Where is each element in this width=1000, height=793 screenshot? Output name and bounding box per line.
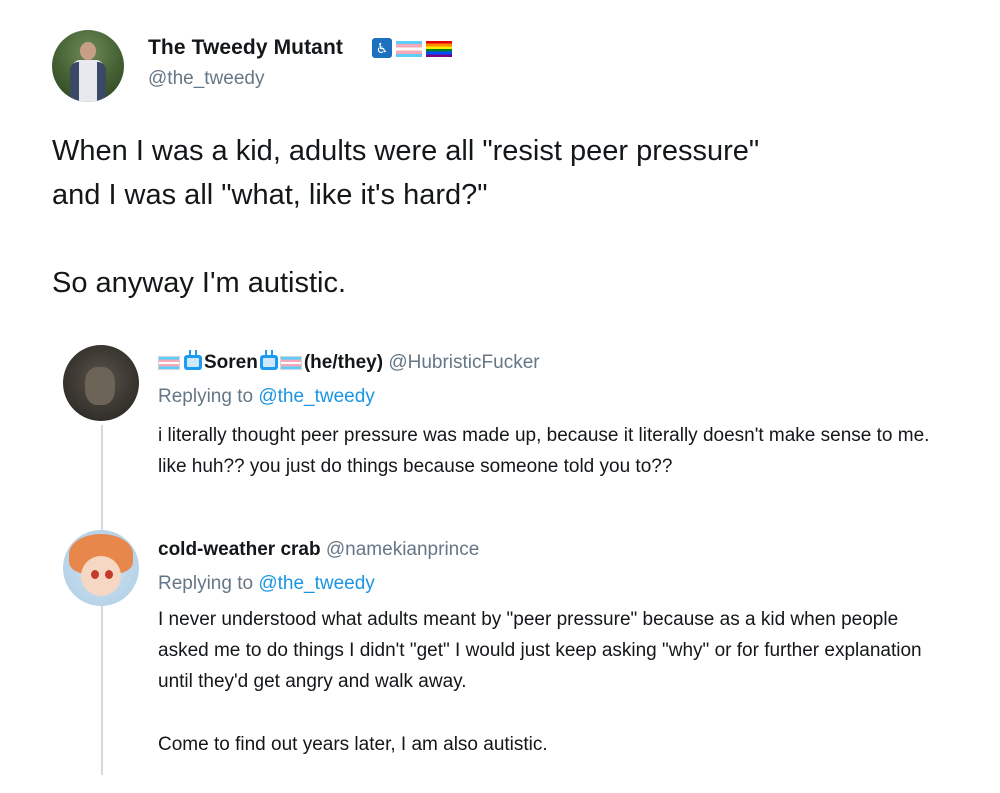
tweet-text-line: So anyway I'm autistic. [52, 267, 347, 299]
replying-to-label: Replying to [158, 573, 254, 594]
reply-header: cold-weather crab @namekianprince [158, 539, 479, 561]
reply-text: Come to find out years later, I am also … [158, 734, 548, 755]
reply-header: Soren (he/they) @HubristicFucker [158, 352, 540, 374]
tv-icon [259, 355, 278, 371]
avatar-eye [91, 570, 99, 579]
avatar-figure-jacket [70, 62, 106, 102]
trans-flag-icon [158, 355, 180, 370]
disability-icon: ♿ [372, 38, 392, 58]
avatar-eye [105, 570, 113, 579]
reply-author-handle[interactable]: @HubristicFucker [388, 352, 539, 373]
reply-author-handle[interactable]: @namekianprince [326, 539, 479, 560]
reply-text: i literally thought peer pressure was ma… [158, 425, 930, 477]
author-avatar[interactable] [52, 30, 124, 102]
reply-avatar[interactable] [63, 530, 139, 606]
trans-flag-icon [279, 355, 302, 370]
tweet-thread: The Tweedy Mutant ♿ @the_tweedy When I w… [0, 0, 1000, 793]
author-handle[interactable]: @the_tweedy [148, 68, 264, 90]
avatar-face [81, 556, 121, 596]
reply-author-name[interactable]: cold-weather crab [158, 539, 321, 560]
reply-author-name[interactable]: Soren [204, 352, 258, 373]
rainbow-flag-icon [426, 41, 452, 57]
tweet-text-line: When I was a kid, adults were all "resis… [52, 135, 760, 167]
replying-to-handle-link[interactable]: @the_tweedy [258, 573, 374, 594]
avatar-figure [85, 367, 115, 405]
replying-to-handle-link[interactable]: @the_tweedy [258, 386, 374, 407]
avatar-figure-head [80, 42, 96, 60]
tv-icon [184, 355, 202, 371]
replying-to: Replying to @the_tweedy [158, 386, 375, 408]
tweet-text-line: and I was all "what, like it's hard?" [52, 179, 488, 211]
author-name[interactable]: The Tweedy Mutant [148, 36, 343, 60]
reply-text: I never understood what adults meant by … [158, 609, 922, 692]
reply-avatar[interactable] [63, 345, 139, 421]
trans-flag-icon [396, 41, 422, 57]
replying-to: Replying to @the_tweedy [158, 573, 375, 595]
replying-to-label: Replying to [158, 386, 254, 407]
reply-author-pronouns: (he/they) [303, 352, 384, 373]
